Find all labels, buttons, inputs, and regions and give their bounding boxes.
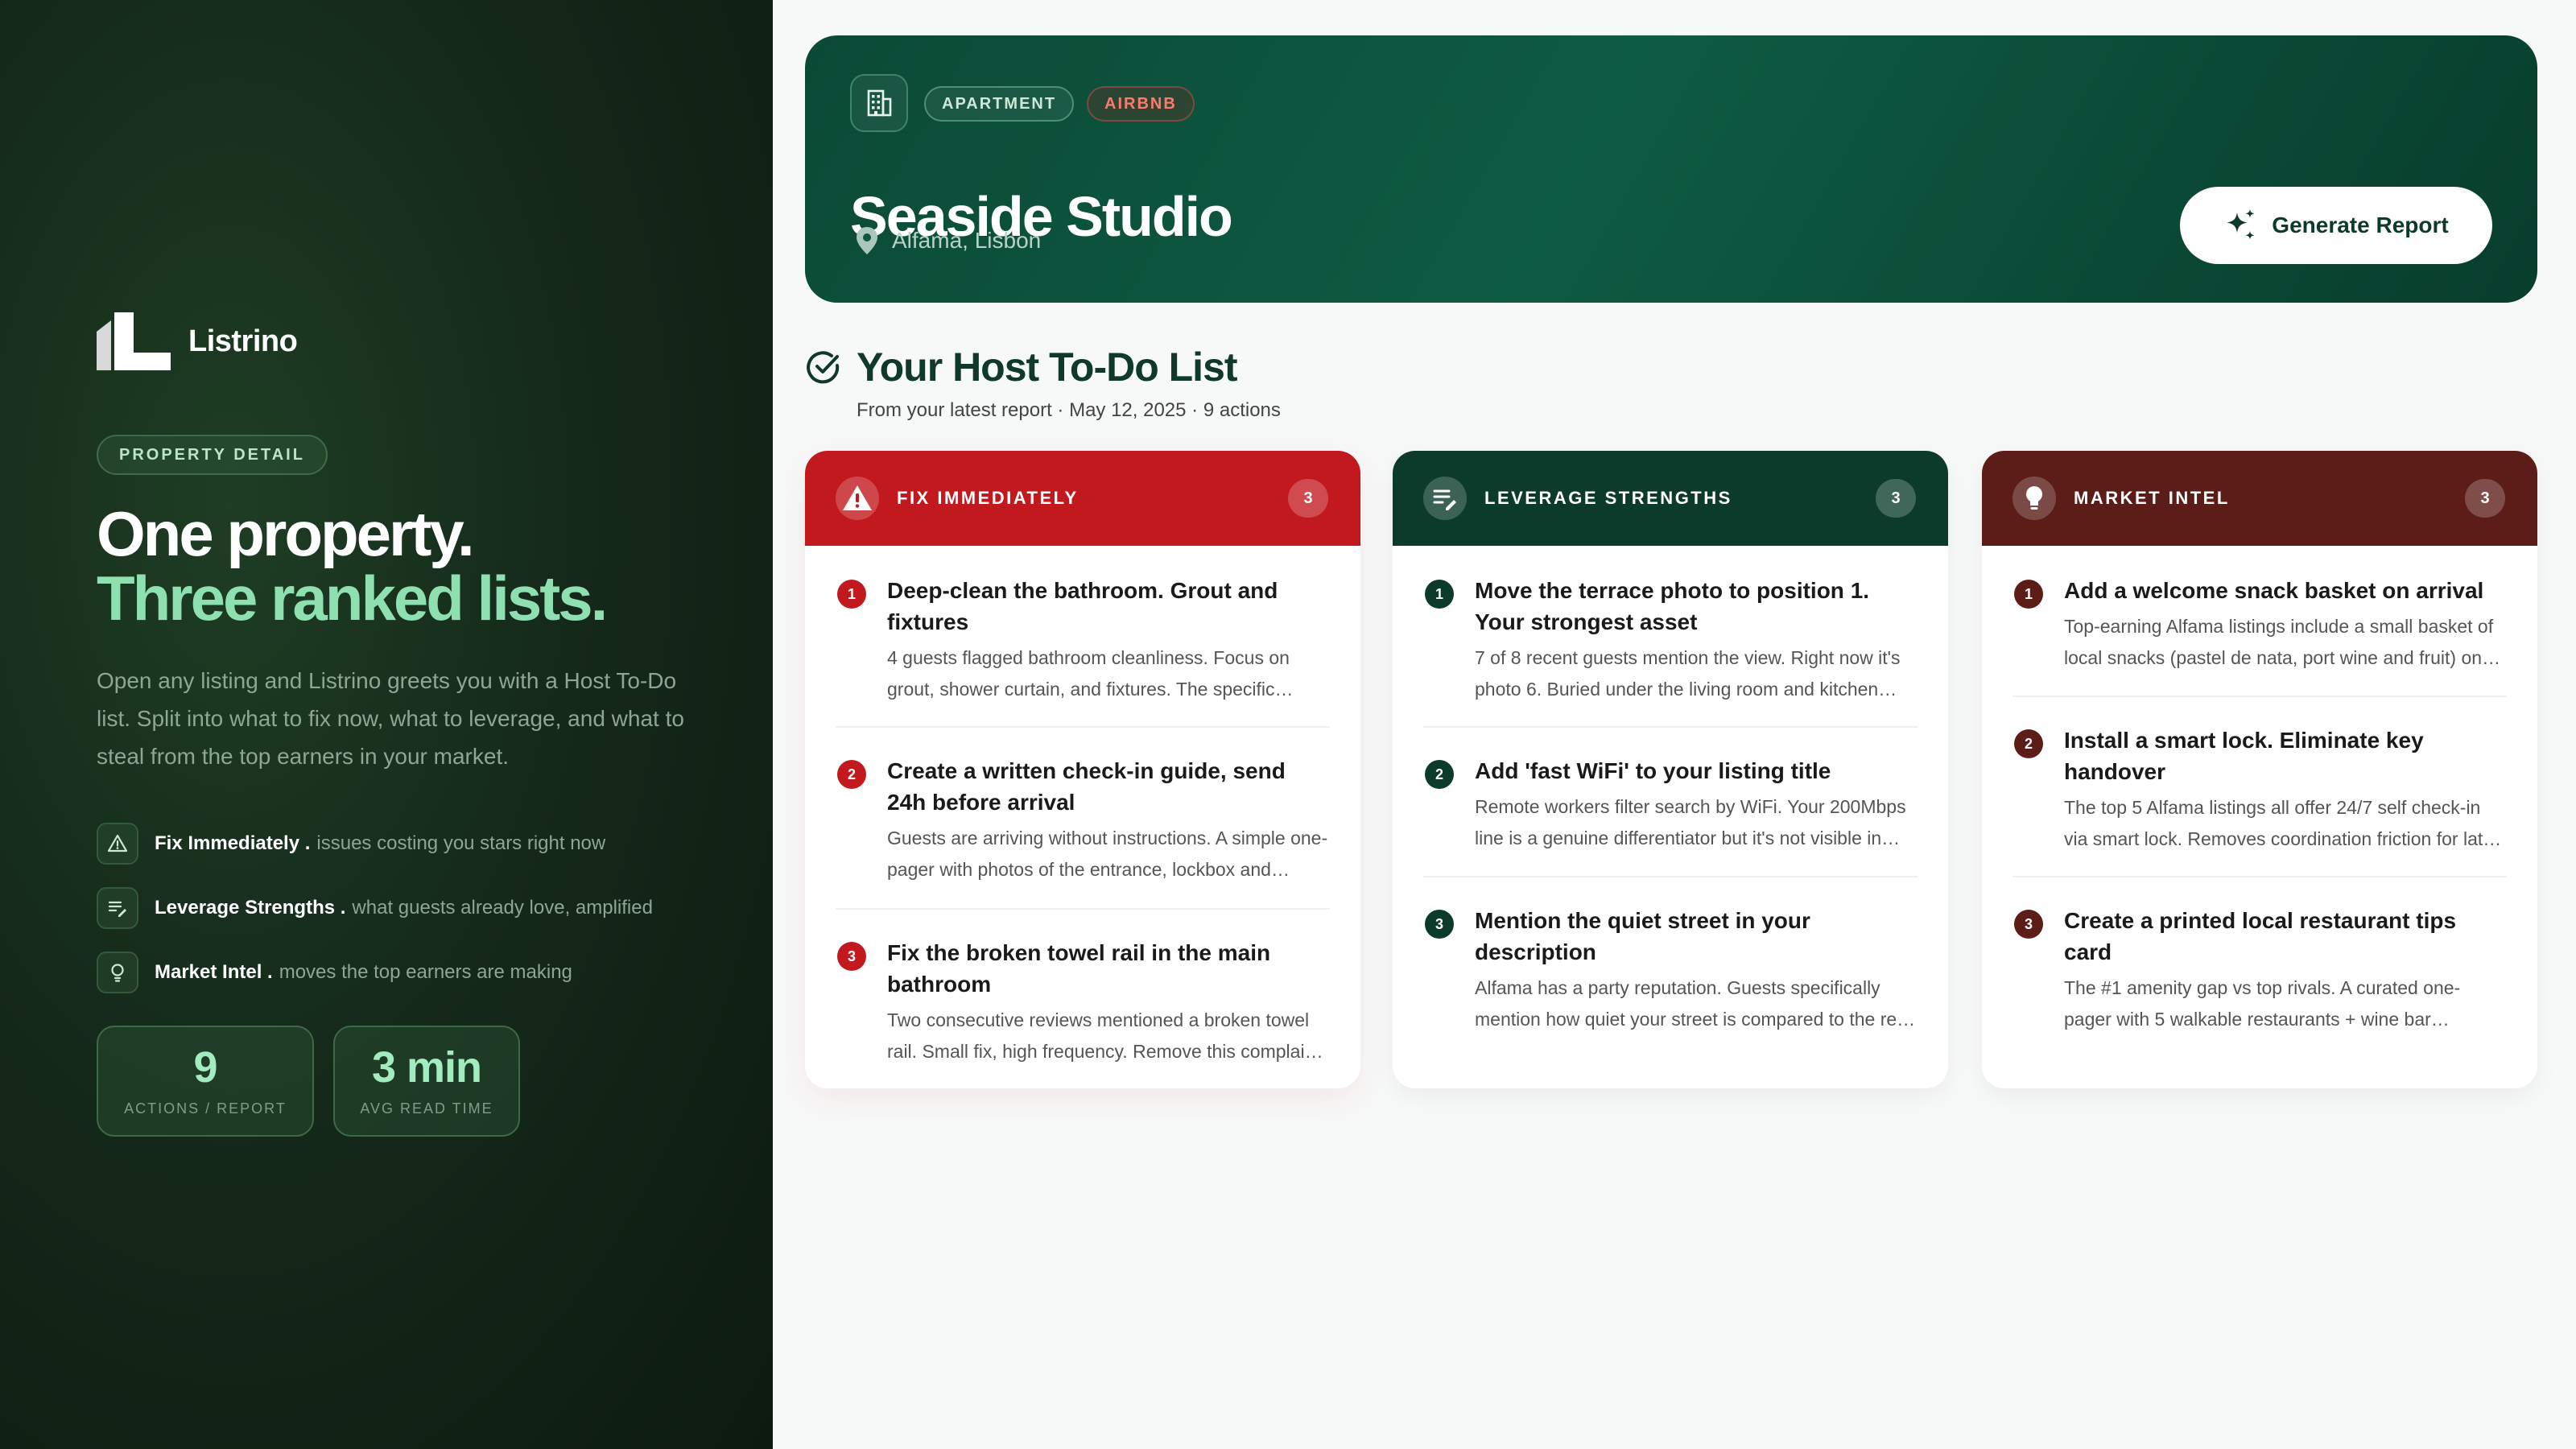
building-icon [850,74,908,132]
warning-icon [97,823,138,865]
brand[interactable]: Listrino [97,312,298,370]
feature-desc: what guests already love, amplified [352,897,653,919]
stat-read-time: 3 min AVG READ TIME [333,1026,520,1137]
item-body: The #1 amenity gap vs top rivals. A cura… [2064,977,2461,1030]
item-body: Guests are arriving without instructions… [887,828,1328,880]
lightbulb-icon [97,952,138,993]
todo-item[interactable]: 2 Install a smart lock. Eliminate key ha… [2013,724,2507,855]
item-divider [836,908,1330,910]
item-number: 3 [837,942,866,971]
item-number: 2 [837,760,866,789]
item-title: Add 'fast WiFi' to your listing title [1475,758,1831,783]
tag-apartment: APARTMENT [924,86,1075,122]
property-header-card: APARTMENT AIRBNB Seaside Studio Alfama, … [805,35,2537,303]
generate-report-button[interactable]: Generate Report [2180,187,2492,264]
edit-list-icon [1423,477,1467,520]
column-market-intel: MARKET INTEL 3 1 Add a welcome snack bas… [1982,451,2537,1088]
lightbulb-icon [2013,477,2056,520]
todo-item[interactable]: 2 Add 'fast WiFi' to your listing title … [1423,755,1918,854]
item-title: Install a smart lock. Eliminate key hand… [2064,728,2424,784]
property-detail-pill: PROPERTY DETAIL [97,435,328,475]
tag-airbnb: AIRBNB [1087,86,1195,122]
column-leverage-strengths: LEVERAGE STRENGTHS 3 1 Move the terrace … [1393,451,1948,1088]
todo-item[interactable]: 2 Create a written check-in guide, send … [836,755,1330,886]
item-body: 7 of 8 recent guests mention the view. R… [1475,647,1901,700]
brand-name: Listrino [188,324,298,358]
stat-value: 9 [193,1042,217,1092]
todo-title: Your Host To-Do List [857,345,1238,390]
todo-item[interactable]: 3 Mention the quiet street in your descr… [1423,905,1918,1035]
column-label: MARKET INTEL [2074,488,2230,508]
generate-report-label: Generate Report [2272,213,2449,237]
todo-meta: From your latest report · May 12, 2025 ·… [857,399,1281,421]
item-divider [836,726,1330,728]
item-title: Mention the quiet street in your descrip… [1475,908,1810,964]
column-header: LEVERAGE STRENGTHS 3 [1393,451,1948,546]
feature-title: Market Intel . [155,961,273,983]
stat-label: AVG READ TIME [360,1100,493,1117]
column-label: FIX IMMEDIATELY [897,488,1079,508]
listrino-logo-icon [97,312,171,370]
column-count: 3 [1876,479,1916,518]
stat-actions: 9 ACTIONS / REPORT [97,1026,314,1137]
item-title: Move the terrace photo to position 1. Yo… [1475,578,1870,634]
check-circle-icon [807,351,840,384]
item-number: 3 [1425,910,1454,939]
todo-item[interactable]: 1 Add a welcome snack basket on arrival … [2013,575,2507,674]
item-divider [2013,696,2507,697]
item-title: Deep-clean the bathroom. Grout and fixtu… [887,578,1278,634]
feature-title: Fix Immediately . [155,832,311,854]
todo-item[interactable]: 3 Create a printed local restaurant tips… [2013,905,2507,1035]
column-count: 3 [1288,479,1328,518]
property-location: Alfama, Lisbon [855,225,1041,256]
sparkle-icon [2227,209,2255,240]
feature-title: Leverage Strengths . [155,897,346,919]
warning-icon [836,477,879,520]
item-body: Two consecutive reviews mentioned a brok… [887,1009,1320,1062]
hero-description: Open any listing and Listrino greets you… [97,668,684,769]
item-number: 2 [2014,729,2043,758]
item-title: Fix the broken towel rail in the main ba… [887,940,1271,997]
feature-desc: moves the top earners are making [279,961,572,983]
stat-label: ACTIONS / REPORT [124,1100,287,1117]
item-body: Alfama has a party reputation. Guests sp… [1475,977,1912,1030]
feature-fix-immediately: Fix Immediately . issues costing you sta… [97,823,605,865]
feature-desc: issues costing you stars right now [316,832,606,854]
item-number: 2 [1425,760,1454,789]
item-body: The top 5 Alfama listings all offer 24/7… [2064,797,2494,849]
item-divider [2013,876,2507,877]
column-count: 3 [2465,479,2505,518]
item-number: 1 [837,580,866,609]
stat-value: 3 min [371,1042,482,1092]
todo-item[interactable]: 3 Fix the broken towel rail in the main … [836,937,1330,1067]
left-panel: Listrino PROPERTY DETAIL One property. T… [0,0,773,1449]
item-number: 3 [2014,910,2043,939]
column-fix-immediately: FIX IMMEDIATELY 3 1 Deep-clean the bathr… [805,451,1360,1088]
feature-leverage-strengths: Leverage Strengths . what guests already… [97,887,653,929]
item-divider [1423,876,1918,877]
feature-market-intel: Market Intel . moves the top earners are… [97,952,572,993]
item-divider [1423,726,1918,728]
item-title: Create a written check-in guide, send 24… [887,758,1286,815]
item-number: 1 [1425,580,1454,609]
item-number: 1 [2014,580,2043,609]
location-text: Alfama, Lisbon [892,228,1042,253]
location-pin-icon [857,227,877,254]
hero-line-1: One property. [97,498,475,569]
edit-list-icon [97,887,138,929]
item-body: 4 guests flagged bathroom cleanliness. F… [887,647,1290,700]
item-body: Remote workers filter search by WiFi. Yo… [1475,796,1906,848]
todo-item[interactable]: 1 Move the terrace photo to position 1. … [1423,575,1918,705]
item-body: Top-earning Alfama listings include a sm… [2064,616,2494,668]
hero-line-2: Three ranked lists. [97,563,608,634]
column-header: MARKET INTEL 3 [1982,451,2537,546]
column-header: FIX IMMEDIATELY 3 [805,451,1360,546]
column-label: LEVERAGE STRENGTHS [1484,488,1732,508]
item-title: Add a welcome snack basket on arrival [2064,578,2484,603]
item-title: Create a printed local restaurant tips c… [2064,908,2457,964]
todo-item[interactable]: 1 Deep-clean the bathroom. Grout and fix… [836,575,1330,705]
